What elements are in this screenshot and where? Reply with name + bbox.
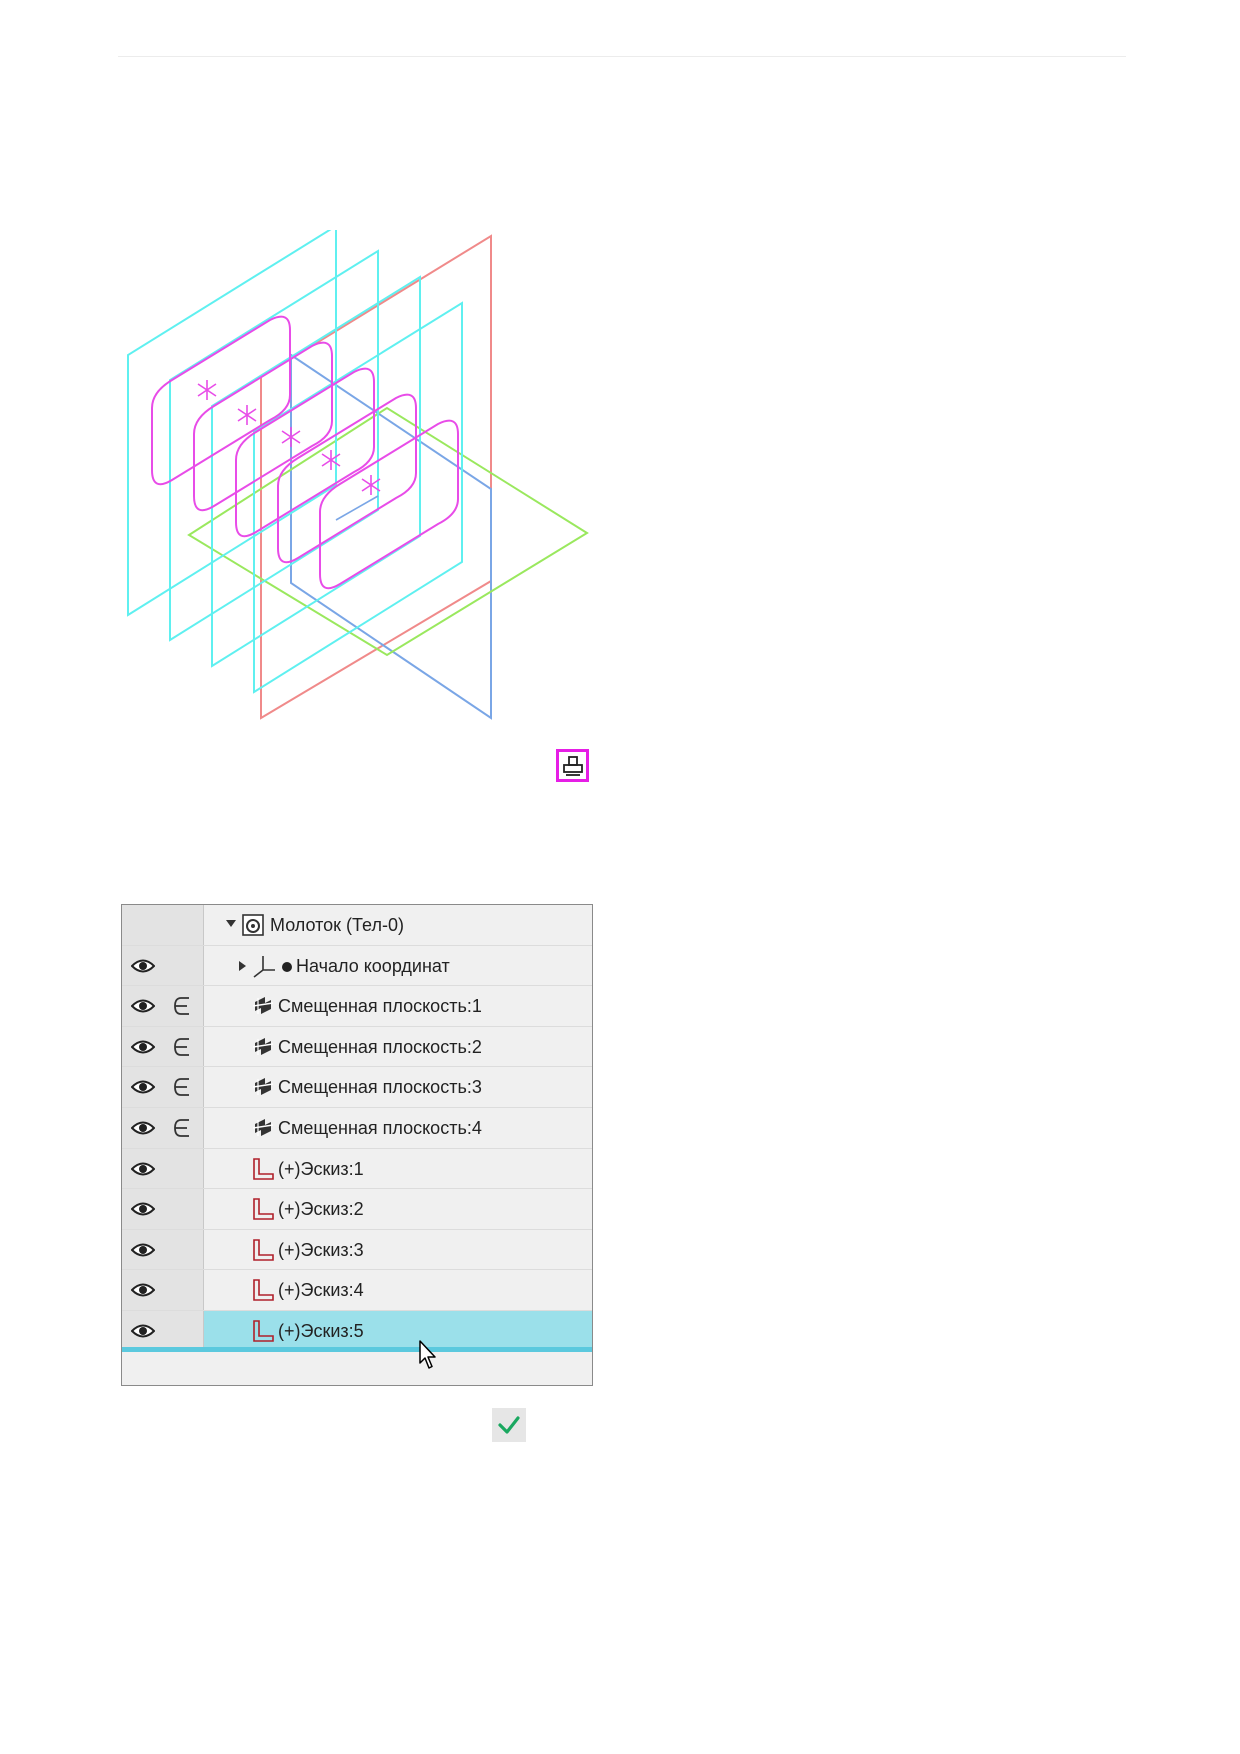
print-preview-icon	[562, 755, 583, 776]
tree-item-label: (+)Эскиз:5	[278, 1320, 364, 1341]
offset-plane-icon	[252, 1078, 274, 1096]
tree-row[interactable]: (+)Эскиз:1	[122, 1148, 592, 1190]
tree-item-label: Смещенная плоскость:4	[278, 1117, 482, 1138]
sketch-point-4	[321, 450, 341, 470]
tree-row[interactable]: Смещенная плоскость:3	[122, 1067, 592, 1108]
tree-row[interactable]: Смещенная плоскость:1	[122, 986, 592, 1027]
element-of-icon[interactable]	[172, 1117, 192, 1139]
visibility-eye-icon[interactable]	[131, 1241, 155, 1259]
tree-item-label: (+)Эскиз:3	[278, 1239, 364, 1260]
plane-zx	[187, 406, 589, 657]
sketch-icon	[253, 1320, 274, 1342]
tree-item-label: Начало координат	[296, 955, 450, 976]
sketch-5	[319, 419, 459, 590]
tree-item-label: (+)Эскиз:1	[278, 1158, 364, 1179]
sketch-point-2	[237, 405, 257, 425]
expand-arrow-icon[interactable]	[239, 960, 246, 971]
body-icon	[242, 914, 264, 936]
visibility-eye-icon[interactable]	[131, 1322, 155, 1340]
tree-row[interactable]: (+)Эскиз:3	[122, 1229, 592, 1271]
axis-fragment	[335, 495, 379, 521]
tree-control-column	[122, 1026, 204, 1067]
tree-control-column	[122, 1148, 204, 1189]
sketch-icon	[253, 1238, 274, 1261]
visibility-eye-icon[interactable]	[131, 1119, 155, 1137]
offset-plane-icon	[252, 1118, 274, 1136]
visibility-eye-icon[interactable]	[131, 1160, 155, 1178]
tree-item-label: Смещенная плоскость:2	[278, 1036, 482, 1057]
visibility-eye-icon[interactable]	[131, 997, 155, 1015]
tree-control-column	[122, 986, 204, 1026]
tree-row[interactable]: Начало координат	[122, 945, 592, 987]
tree-root-label: Молоток (Тел-0)	[270, 915, 404, 935]
sketch-3	[235, 367, 375, 538]
origin-icon	[253, 955, 275, 978]
visibility-eye-icon[interactable]	[131, 1078, 155, 1096]
tree-row[interactable]: (+)Эскиз:5	[122, 1310, 592, 1352]
tree-row[interactable]: (+)Эскиз:4	[122, 1270, 592, 1311]
visibility-eye-icon[interactable]	[131, 1281, 155, 1299]
sketch-icon	[253, 1279, 274, 1302]
confirm-button[interactable]	[492, 1408, 526, 1442]
sketch-point-1	[197, 380, 217, 400]
tree-item-label: (+)Эскиз:4	[278, 1280, 364, 1301]
offset-plane-icon	[252, 997, 274, 1015]
tree-row[interactable]: Смещенная плоскость:2	[122, 1026, 592, 1068]
model-viewport[interactable]	[100, 224, 660, 750]
tree-item-label: (+)Эскиз:2	[278, 1199, 364, 1220]
tree-control-column	[122, 1107, 204, 1148]
tree-control-column	[122, 905, 204, 945]
tree-root-row[interactable]: Молоток (Тел-0)	[122, 905, 592, 946]
plane-xy	[260, 234, 492, 720]
expand-arrow-icon[interactable]	[226, 920, 236, 927]
tree-row[interactable]: Смещенная плоскость:4	[122, 1107, 592, 1149]
sketch-icon	[253, 1157, 274, 1180]
tree-control-column	[122, 1229, 204, 1270]
tree-row[interactable]: (+)Эскиз:2	[122, 1189, 592, 1230]
tree-control-column	[122, 1310, 204, 1347]
page-divider	[118, 56, 1126, 57]
tree-item-label: Смещенная плоскость:3	[278, 1077, 482, 1098]
tree-control-column	[122, 1067, 204, 1107]
sketch-icon	[253, 1198, 274, 1220]
offset-plane-icon	[252, 1037, 274, 1055]
element-of-icon[interactable]	[172, 1076, 192, 1098]
model-tree-panel: Молоток (Тел-0) Начало координат Смещенна…	[121, 904, 593, 1386]
element-of-icon[interactable]	[172, 995, 192, 1017]
tree-control-column	[122, 1270, 204, 1310]
checkmark-icon	[498, 1416, 520, 1434]
visibility-eye-icon[interactable]	[131, 1200, 155, 1218]
element-of-icon[interactable]	[172, 1036, 192, 1058]
visibility-eye-icon[interactable]	[131, 957, 155, 975]
tree-control-column	[122, 945, 204, 986]
sketch-point-3	[281, 427, 301, 447]
mouse-cursor-icon	[419, 1340, 436, 1369]
tree-item-label: Смещенная плоскость:1	[278, 996, 482, 1017]
visibility-eye-icon[interactable]	[131, 1038, 155, 1056]
dot-icon	[282, 961, 292, 972]
tree-control-column	[122, 1189, 204, 1229]
sketch-4	[277, 393, 417, 564]
print-preview-button[interactable]	[556, 749, 589, 782]
offset-plane-1	[127, 224, 337, 617]
